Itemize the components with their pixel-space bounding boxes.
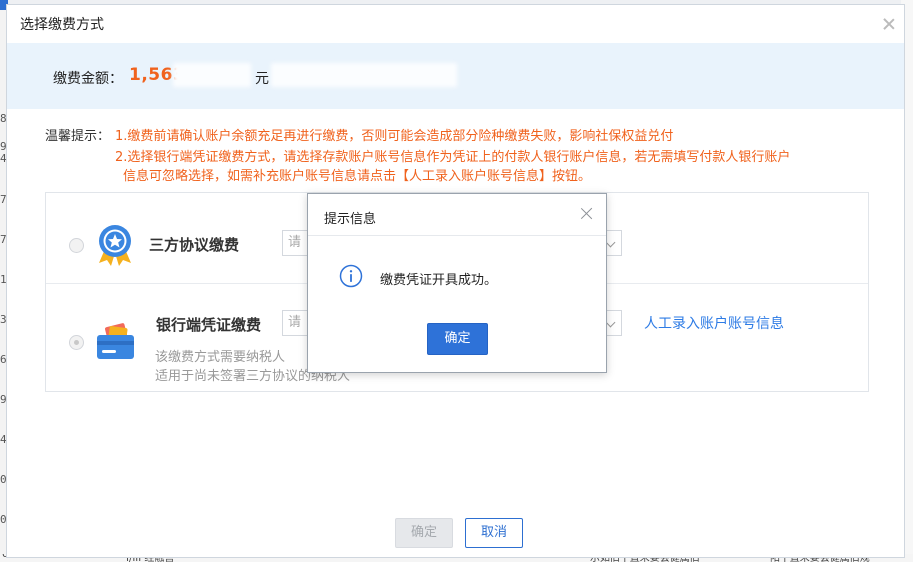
- confirm-button[interactable]: 确定: [395, 518, 453, 548]
- select-placeholder: 请: [288, 315, 302, 330]
- method-title-tripartite: 三方协议缴费: [149, 236, 240, 254]
- amount-bar: 缴费金额： 1,563 元: [7, 43, 904, 109]
- tips-label: 温馨提示：: [45, 129, 111, 144]
- bank-card-icon: [97, 323, 134, 359]
- dialog-close-icon[interactable]: [882, 17, 896, 31]
- dialog-header: 选择缴费方式: [7, 5, 904, 43]
- redaction-mask: [173, 63, 251, 87]
- close-icon[interactable]: [580, 206, 594, 220]
- chevron-down-icon: [605, 237, 616, 248]
- tip-line-3: 信息可忽略选择，如需补充账户账号信息请点击【人工录入账户账号信息】按钮。: [123, 169, 592, 184]
- chevron-down-icon: [605, 317, 616, 328]
- message-box-header: 提示信息: [308, 194, 606, 236]
- amount-label: 缴费金额：: [53, 71, 123, 87]
- dialog-title: 选择缴费方式: [20, 17, 104, 33]
- tip-line-2: 2.选择银行端凭证缴费方式，请选择存款账户账号信息作为凭证上的付款人银行账户信息…: [115, 150, 791, 165]
- message-ok-button[interactable]: 确定: [427, 323, 488, 355]
- info-circle-icon: [339, 264, 363, 288]
- manual-entry-link[interactable]: 人工录入账户账号信息: [644, 313, 784, 333]
- message-text: 缴费凭证开具成功。: [380, 273, 498, 288]
- cancel-button[interactable]: 取消: [465, 518, 523, 548]
- amount-unit: 元: [255, 71, 269, 87]
- method-desc-line-1: 该缴费方式需要纳税人: [155, 350, 286, 365]
- method-title-bank-voucher: 银行端凭证缴费: [156, 316, 262, 334]
- redaction-mask: [271, 63, 457, 87]
- message-box-title: 提示信息: [324, 212, 377, 227]
- tip-line-1: 1.缴费前请确认账户余额充足再进行缴费，否则可能会造成部分险种缴费失败，影响社保…: [115, 129, 674, 144]
- message-box: 提示信息 缴费凭证开具成功。 确定: [307, 193, 607, 373]
- medal-badge-icon: [99, 225, 131, 266]
- radio-bank-voucher[interactable]: [69, 335, 84, 350]
- radio-tripartite[interactable]: [69, 238, 84, 253]
- select-placeholder: 请: [288, 235, 302, 250]
